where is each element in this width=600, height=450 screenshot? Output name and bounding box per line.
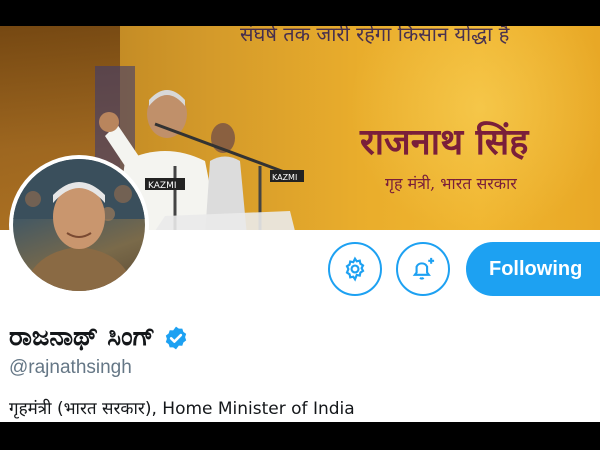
display-name-row: ರಾಜನಾಥ್ ಸಿಂಗ್ [9,322,189,353]
profile-bio: गृहमंत्री (भारत सरकार), Home Minister of… [9,399,355,419]
settings-button[interactable] [328,242,382,296]
notifications-button[interactable] [396,242,450,296]
profile-avatar[interactable] [9,155,149,295]
banner-top-text: संघर्ष तक जारी रहेगा किसान योद्धा है [240,26,510,46]
banner-name-text: राजनाथ सिंह [360,121,529,163]
verified-badge-icon [165,326,187,349]
avatar-portrait [13,159,145,291]
user-handle: @rajnathsingh [9,357,132,378]
banner-subtitle-text: गृह मंत्री, भारत सरकार [385,174,517,193]
mic-label-left: KAZMI [148,181,177,191]
following-button[interactable]: Following [466,242,600,296]
bell-plus-icon [412,257,435,280]
avatar-photo [13,159,145,291]
top-letterbox [0,0,600,26]
gear-icon [345,256,365,282]
display-name: ರಾಜನಾಥ್ ಸಿಂಗ್ [9,322,156,352]
bottom-letterbox [0,422,600,450]
mic-label-right: KAZMI [272,173,297,182]
